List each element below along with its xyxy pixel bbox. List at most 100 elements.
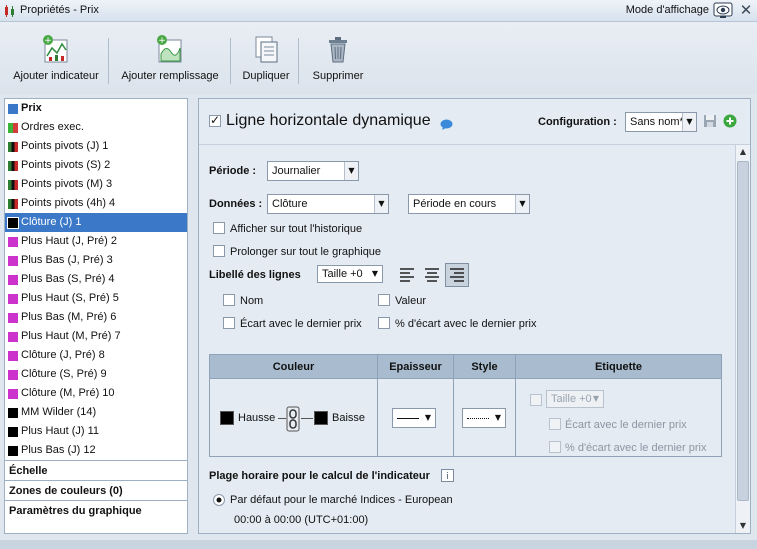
data-period-select[interactable]: Période en cours ▼ (408, 194, 530, 214)
color-swatch (8, 142, 18, 152)
sidebar-item-label: Plus Haut (J, Pré) 2 (21, 235, 117, 247)
svg-text:i: i (446, 472, 449, 482)
properties-scrollbar[interactable]: ▲ ▼ (735, 145, 750, 533)
chain-link-icon[interactable] (286, 406, 300, 432)
sidebar-item[interactable]: Plus Bas (S, Pré) 4 (5, 270, 187, 289)
indicator-enabled-checkbox[interactable] (209, 113, 221, 128)
sidebar-item[interactable]: Plus Haut (S, Pré) 5 (5, 289, 187, 308)
chevron-down-icon: ▼ (491, 409, 505, 427)
period-select[interactable]: Journalier ▼ (267, 161, 359, 181)
sidebar-item[interactable]: MM Wilder (14) (5, 403, 187, 422)
sidebar-item-label: Clôture (M, Pré) 10 (21, 387, 115, 399)
data-label: Données : (209, 198, 263, 210)
tag-enabled-checkbox[interactable] (530, 394, 542, 407)
chevron-down-icon: ▼ (682, 113, 696, 131)
color-swatch (8, 199, 18, 209)
object-list-panel: Prix Ordres exec. Points pivots (J) 1 Point… (4, 98, 188, 534)
sidebar-item[interactable]: Plus Bas (M, Pré) 6 (5, 308, 187, 327)
show-value-checkbox[interactable] (378, 294, 390, 307)
color-swatch (8, 313, 18, 323)
tag-gap-pct-checkbox[interactable] (549, 441, 561, 454)
tag-gap-pct-label: % d'écart avec le dernier prix (565, 442, 707, 454)
chevron-down-icon: ▼ (344, 162, 358, 180)
solid-line-preview (397, 418, 419, 419)
add-configuration-icon[interactable] (723, 114, 737, 128)
color-swatch (8, 123, 18, 133)
add-indicator-label: Ajouter indicateur (13, 70, 99, 82)
sidebar-item[interactable]: Plus Haut (J, Pré) 2 (5, 232, 187, 251)
extend-chart-checkbox[interactable] (213, 245, 225, 258)
show-value-label: Valeur (395, 295, 426, 307)
sidebar-item[interactable]: Prix (5, 99, 187, 118)
toolbar: + Ajouter indicateur + Ajouter remplissa… (0, 22, 757, 94)
show-gap-pct-checkbox[interactable] (378, 317, 390, 330)
sidebar-item[interactable]: Clôture (S, Pré) 9 (5, 365, 187, 384)
duplicate-button[interactable]: Dupliquer (238, 34, 294, 82)
add-indicator-icon: + (43, 35, 68, 63)
show-gap-checkbox[interactable] (223, 317, 235, 330)
properties-header: Ligne horizontale dynamique Configuratio… (199, 99, 750, 145)
color-cell: Hausse Baisse (209, 378, 378, 457)
add-fill-icon: + (157, 35, 182, 63)
align-center-button[interactable] (420, 263, 444, 287)
sidebar-item[interactable]: Points pivots (S) 2 (5, 156, 187, 175)
period-label: Période : (209, 165, 257, 177)
align-right-button[interactable] (445, 263, 469, 287)
data-select[interactable]: Clôture ▼ (267, 194, 389, 214)
color-swatch (7, 217, 19, 229)
sidebar-item-label: Points pivots (J) 1 (21, 140, 109, 152)
display-mode-label[interactable]: Mode d'affichage (626, 4, 709, 16)
line-style-select[interactable]: ▼ (462, 408, 506, 428)
close-icon[interactable]: ✕ (738, 2, 754, 18)
tag-size-select[interactable]: Taille +0 ▼ (546, 390, 604, 408)
eye-icon[interactable] (713, 2, 733, 19)
color-swatch (8, 237, 18, 247)
up-color-swatch[interactable] (220, 411, 234, 425)
sidebar-item[interactable]: Clôture (J, Pré) 8 (5, 346, 187, 365)
sidebar-item[interactable]: Points pivots (M) 3 (5, 175, 187, 194)
scroll-thumb[interactable] (737, 161, 749, 501)
info-icon[interactable]: i (441, 469, 454, 482)
add-indicator-button[interactable]: + Ajouter indicateur (10, 34, 102, 82)
label-size-select[interactable]: Taille +0 ▼ (317, 265, 383, 283)
show-history-checkbox[interactable] (213, 222, 225, 235)
color-swatch (8, 294, 18, 304)
sidebar-item[interactable]: Plus Bas (J, Pré) 3 (5, 251, 187, 270)
scroll-up-icon[interactable]: ▲ (736, 145, 750, 159)
sidebar-item[interactable]: Points pivots (J) 1 (5, 137, 187, 156)
link-connector (301, 418, 313, 419)
sidebar-item[interactable]: Ordres exec. (5, 118, 187, 137)
color-swatch (8, 104, 18, 114)
sidebar-item[interactable]: Clôture (J) 1 (5, 213, 187, 232)
tag-column-header: Etiquette (515, 354, 722, 379)
default-market-radio[interactable] (213, 494, 225, 506)
configuration-select[interactable]: Sans nom* ▼ (625, 112, 697, 132)
tag-gap-checkbox[interactable] (549, 418, 561, 431)
tag-gap-label: Écart avec le dernier prix (565, 419, 687, 431)
sidebar-item[interactable]: Plus Haut (J) 11 (5, 422, 187, 441)
add-fill-button[interactable]: + Ajouter remplissage (118, 34, 222, 82)
sidebar-item[interactable]: Clôture (M, Pré) 10 (5, 384, 187, 403)
info-bubble-icon[interactable] (440, 119, 453, 130)
section-color-zones[interactable]: Zones de couleurs (0) (5, 480, 187, 500)
align-right-icon (450, 268, 464, 282)
align-left-button[interactable] (395, 263, 419, 287)
tag-cell: Taille +0 ▼ Écart avec le dernier prix % … (515, 378, 722, 457)
save-icon[interactable] (703, 114, 717, 128)
trash-icon (329, 37, 347, 63)
delete-button[interactable]: Supprimer (308, 34, 368, 82)
section-scale[interactable]: Échelle (5, 460, 187, 480)
toolbar-separator (108, 38, 109, 84)
object-list: Prix Ordres exec. Points pivots (J) 1 Point… (5, 99, 187, 460)
title-bar: Propriétés - Prix Mode d'affichage ✕ (0, 0, 757, 22)
sidebar-item[interactable]: Plus Haut (M, Pré) 7 (5, 327, 187, 346)
down-color-swatch[interactable] (314, 411, 328, 425)
show-name-checkbox[interactable] (223, 294, 235, 307)
scroll-down-icon[interactable]: ▼ (736, 519, 750, 533)
background-chart-strip (0, 540, 757, 549)
extend-chart-label: Prolonger sur tout le graphique (230, 246, 382, 258)
section-chart-settings[interactable]: Paramètres du graphique (5, 500, 187, 520)
thickness-select[interactable]: ▼ (392, 408, 436, 428)
sidebar-item[interactable]: Plus Bas (J) 12 (5, 441, 187, 460)
sidebar-item[interactable]: Points pivots (4h) 4 (5, 194, 187, 213)
